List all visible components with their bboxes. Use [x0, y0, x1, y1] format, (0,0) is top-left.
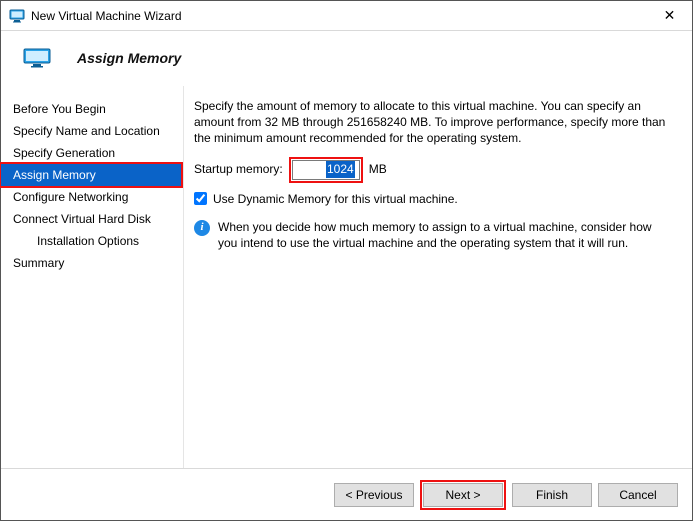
- info-row: i When you decide how much memory to ass…: [194, 219, 672, 251]
- step-summary[interactable]: Summary: [1, 252, 183, 274]
- wizard-body: Before You Begin Specify Name and Locati…: [1, 86, 692, 468]
- highlight-next-button: Next >: [420, 480, 506, 510]
- titlebar: New Virtual Machine Wizard ✕: [1, 1, 692, 31]
- startup-memory-input[interactable]: 1024: [292, 160, 360, 180]
- previous-button[interactable]: < Previous: [334, 483, 414, 507]
- step-installation-options[interactable]: Installation Options: [1, 230, 183, 252]
- dynamic-memory-checkbox[interactable]: [194, 192, 207, 205]
- startup-memory-value: 1024: [326, 161, 355, 177]
- wizard-header-icon: [23, 48, 51, 68]
- info-icon: i: [194, 220, 210, 236]
- step-configure-networking[interactable]: Configure Networking: [1, 186, 183, 208]
- intro-text: Specify the amount of memory to allocate…: [194, 98, 672, 147]
- dynamic-memory-row: Use Dynamic Memory for this virtual mach…: [194, 191, 672, 207]
- app-icon: [9, 8, 25, 24]
- finish-button[interactable]: Finish: [512, 483, 592, 507]
- wizard-header: Assign Memory: [1, 31, 692, 86]
- dynamic-memory-label[interactable]: Use Dynamic Memory for this virtual mach…: [213, 191, 458, 207]
- memory-unit-label: MB: [369, 161, 387, 177]
- close-icon: ✕: [664, 7, 676, 24]
- step-connect-virtual-hard-disk[interactable]: Connect Virtual Hard Disk: [1, 208, 183, 230]
- wizard-steps-sidebar: Before You Begin Specify Name and Locati…: [1, 86, 183, 468]
- info-text: When you decide how much memory to assig…: [218, 219, 672, 251]
- wizard-footer: < Previous Next > Finish Cancel: [1, 468, 692, 520]
- window-title: New Virtual Machine Wizard: [31, 9, 182, 23]
- step-specify-generation[interactable]: Specify Generation: [1, 142, 183, 164]
- highlight-selected-step: Assign Memory: [0, 162, 183, 188]
- step-specify-name-location[interactable]: Specify Name and Location: [1, 120, 183, 142]
- close-button[interactable]: ✕: [647, 1, 692, 30]
- highlight-memory-input: 1024: [289, 157, 363, 183]
- page-title: Assign Memory: [77, 50, 181, 66]
- startup-memory-row: Startup memory: 1024 MB: [194, 157, 672, 183]
- wizard-content: Specify the amount of memory to allocate…: [183, 86, 692, 468]
- startup-memory-label: Startup memory:: [194, 161, 283, 177]
- cancel-button[interactable]: Cancel: [598, 483, 678, 507]
- next-button[interactable]: Next >: [423, 483, 503, 507]
- step-before-you-begin[interactable]: Before You Begin: [1, 98, 183, 120]
- step-assign-memory[interactable]: Assign Memory: [1, 164, 181, 186]
